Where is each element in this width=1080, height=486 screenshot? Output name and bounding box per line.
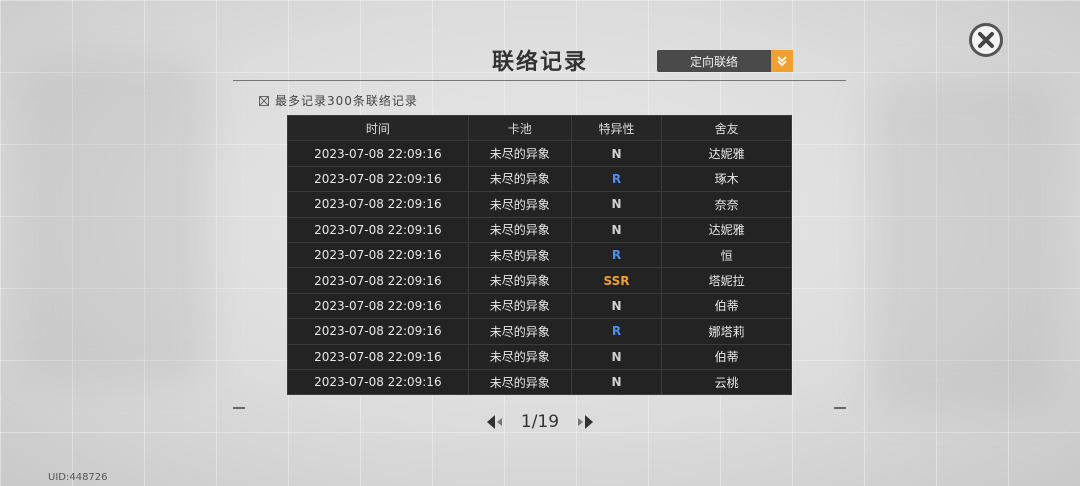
close-icon [978, 32, 994, 48]
roommate-cell: 伯蒂 [661, 292, 792, 320]
roommate-cell: 奈奈 [661, 191, 792, 218]
next-page-icon [578, 415, 594, 429]
divider-tick [834, 407, 846, 409]
rarity-cell: R [570, 241, 663, 269]
pool-cell: 未尽的异象 [467, 318, 572, 345]
table-row: 2023-07-08 22:09:16 未尽的异象 N 达妮雅 [287, 216, 792, 243]
table-row: 2023-07-08 22:09:16 未尽的异象 R 琢木 [287, 165, 792, 193]
prev-page-icon [486, 415, 502, 429]
roommate-cell: 娜塔莉 [661, 318, 792, 345]
background-shape [20, 60, 210, 380]
current-page: 1 [520, 412, 532, 432]
pool-cell: 未尽的异象 [467, 165, 572, 193]
time-cell: 2023-07-08 22:09:16 [287, 267, 469, 294]
rarity-cell: N [570, 191, 663, 218]
rarity-cell: N [570, 368, 663, 396]
roommate-cell: 琢木 [661, 165, 792, 193]
time-cell: 2023-07-08 22:09:16 [287, 343, 469, 370]
close-button[interactable] [969, 23, 1003, 57]
page-title: 联络记录 [491, 50, 588, 75]
time-cell: 2023-07-08 22:09:16 [287, 165, 469, 193]
table-row: 2023-07-08 22:09:16 未尽的异象 N 达妮雅 [287, 140, 792, 167]
column-header-roommate: 舍友 [661, 114, 792, 142]
table-row: 2023-07-08 22:09:16 未尽的异象 N 云桃 [287, 368, 792, 396]
column-header-time: 时间 [287, 114, 469, 142]
pool-cell: 未尽的异象 [467, 292, 572, 320]
column-header-pool: 卡池 [467, 114, 572, 142]
pool-cell: 未尽的异象 [467, 140, 572, 167]
chevron-down-icon [771, 50, 793, 72]
table-row: 2023-07-08 22:09:16 未尽的异象 N 伯蒂 [287, 292, 792, 320]
page-indicator: 1/19 [520, 412, 560, 432]
divider-top [233, 80, 846, 81]
time-cell: 2023-07-08 22:09:16 [287, 241, 469, 269]
table-row: 2023-07-08 22:09:16 未尽的异象 R 恒 [287, 241, 792, 269]
rarity-cell: N [570, 343, 663, 370]
column-header-rarity: 特异性 [570, 114, 663, 142]
time-cell: 2023-07-08 22:09:16 [287, 368, 469, 396]
roommate-cell: 云桃 [661, 368, 792, 396]
roommate-cell: 达妮雅 [661, 216, 792, 243]
filter-dropdown[interactable]: 定向联络 [657, 50, 793, 72]
pool-cell: 未尽的异象 [467, 241, 572, 269]
background-shape [870, 80, 1060, 410]
table-row: 2023-07-08 22:09:16 未尽的异象 R 娜塔莉 [287, 318, 792, 345]
table-header-row: 时间 卡池 特异性 舍友 [287, 114, 792, 142]
rarity-cell: SSR [570, 267, 663, 294]
time-cell: 2023-07-08 22:09:16 [287, 292, 469, 320]
roommate-cell: 伯蒂 [661, 343, 792, 370]
pool-cell: 未尽的异象 [467, 343, 572, 370]
contact-log-table: 时间 卡池 特异性 舍友 2023-07-08 22:09:16 未尽的异象 N 达妮… [287, 114, 792, 396]
next-page-button[interactable] [573, 414, 595, 430]
pool-cell: 未尽的异象 [467, 216, 572, 243]
table-row: 2023-07-08 22:09:16 未尽的异象 N 奈奈 [287, 191, 792, 218]
pool-cell: 未尽的异象 [467, 368, 572, 396]
table-row: 2023-07-08 22:09:16 未尽的异象 N 伯蒂 [287, 343, 792, 370]
filter-dropdown-label: 定向联络 [689, 54, 738, 69]
rarity-cell: N [570, 292, 663, 320]
time-cell: 2023-07-08 22:09:16 [287, 191, 469, 218]
time-cell: 2023-07-08 22:09:16 [287, 318, 469, 345]
prev-page-button[interactable] [485, 414, 507, 430]
checkbox-icon [259, 95, 269, 106]
time-cell: 2023-07-08 22:09:16 [287, 216, 469, 243]
rarity-cell: R [570, 318, 663, 345]
roommate-cell: 塔妮拉 [661, 267, 792, 294]
roommate-cell: 达妮雅 [661, 140, 792, 167]
time-cell: 2023-07-08 22:09:16 [287, 140, 469, 167]
pagination: 1/19 [0, 412, 1080, 432]
record-limit-note: 最多记录300条联络记录 [259, 92, 418, 109]
rarity-cell: N [570, 216, 663, 243]
rarity-cell: R [570, 165, 663, 193]
table-row: 2023-07-08 22:09:16 未尽的异象 SSR 塔妮拉 [287, 267, 792, 294]
uid-label: UID:448726 [48, 472, 108, 483]
record-limit-text: 最多记录300条联络记录 [275, 94, 418, 108]
divider-tick [233, 407, 245, 409]
pool-cell: 未尽的异象 [467, 191, 572, 218]
total-pages: 19 [537, 412, 560, 432]
roommate-cell: 恒 [661, 241, 792, 269]
pool-cell: 未尽的异象 [467, 267, 572, 294]
rarity-cell: N [570, 140, 663, 167]
